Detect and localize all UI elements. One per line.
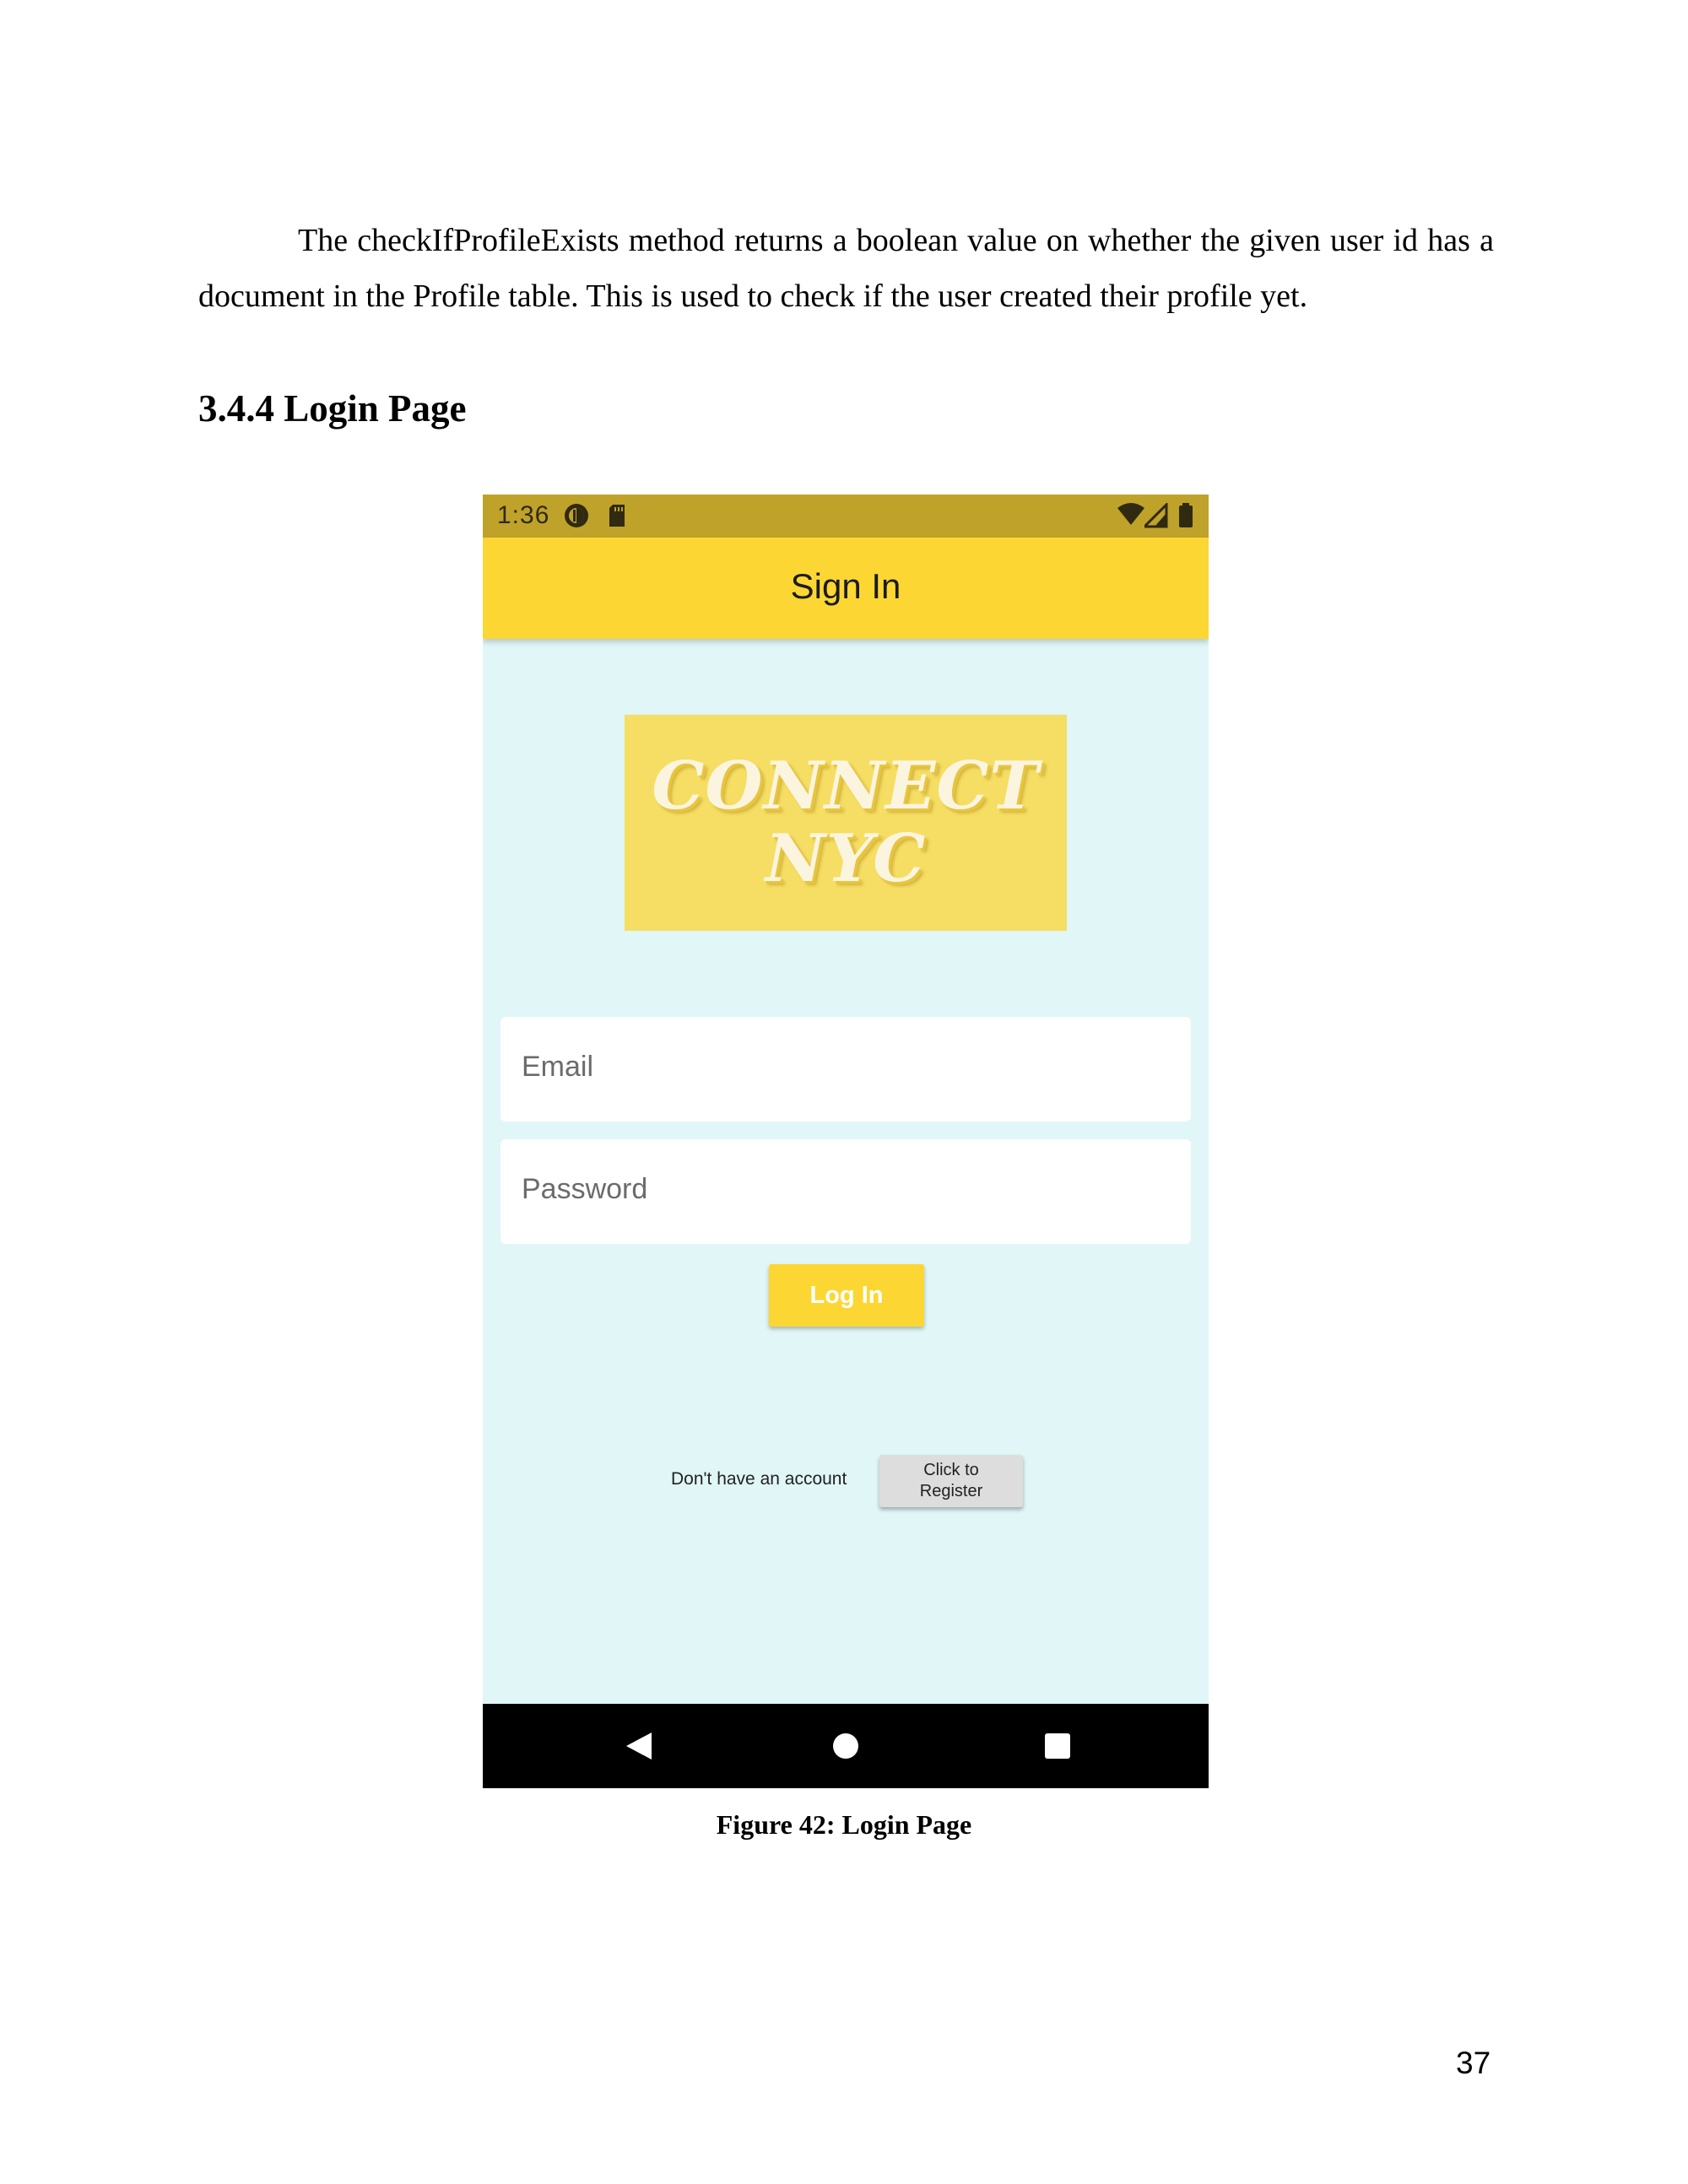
section-heading: 3.4.4 Login Page [198, 387, 467, 430]
home-icon[interactable] [831, 1731, 860, 1765]
sync-icon [564, 503, 589, 532]
login-button[interactable]: Log In [769, 1264, 924, 1327]
password-field[interactable] [500, 1139, 1191, 1244]
back-icon[interactable] [625, 1731, 653, 1765]
sd-card-icon [608, 503, 626, 532]
status-bar: 1:36 [483, 495, 1209, 538]
recents-icon[interactable] [1043, 1731, 1072, 1765]
no-account-text: Don't have an account [671, 1469, 847, 1489]
connect-nyc-logo: CONNECT NYC [625, 715, 1067, 931]
logo-text: CONNECT NYC [652, 748, 1040, 897]
register-button[interactable]: Click to Register [879, 1455, 1023, 1507]
email-input[interactable] [522, 1051, 1163, 1084]
phone-screenshot: 1:36 Sign In CONNECT NYC Email Log In Do… [483, 495, 1209, 1788]
email-field[interactable] [500, 1017, 1191, 1122]
battery-icon [1178, 503, 1193, 532]
cell-signal-icon [1141, 501, 1168, 532]
figure-caption: Figure 42: Login Page [716, 1809, 972, 1840]
wifi-icon [1117, 503, 1144, 532]
body-paragraph: The checkIfProfileExists method returns … [198, 223, 1494, 314]
navigation-bar [483, 1704, 1209, 1788]
app-bar: Sign In [483, 538, 1209, 639]
password-input[interactable] [522, 1173, 1163, 1206]
app-title: Sign In [790, 566, 901, 606]
status-time: 1:36 [497, 501, 550, 529]
page-number: 37 [1456, 2046, 1491, 2080]
